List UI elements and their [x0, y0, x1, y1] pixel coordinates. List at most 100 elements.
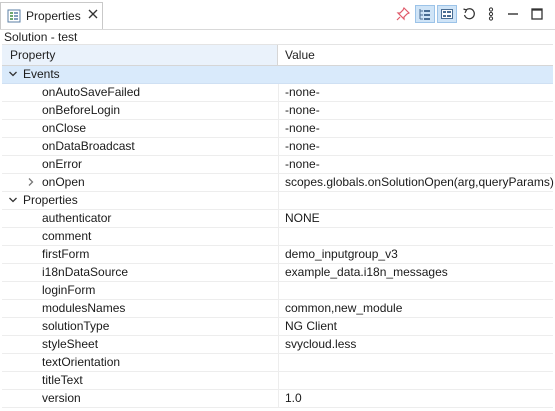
minimize-button[interactable]: [503, 5, 523, 23]
view-toolbar: [385, 0, 555, 29]
property-cell[interactable]: onOpen: [2, 174, 279, 191]
table-row[interactable]: loginForm: [2, 282, 553, 300]
table-row[interactable]: onDataBroadcast -none-: [2, 138, 553, 156]
maximize-icon: [531, 8, 543, 20]
property-name: onClose: [42, 121, 87, 135]
selection-title: Solution - test: [4, 30, 78, 44]
table-row[interactable]: authenticator NONE: [2, 210, 553, 228]
close-icon[interactable]: [87, 8, 99, 20]
value-cell[interactable]: 1.0: [279, 390, 553, 407]
property-value: 1.0: [285, 391, 302, 405]
property-name: textOrientation: [42, 355, 121, 369]
value-cell[interactable]: common,new_module: [279, 300, 553, 317]
property-cell[interactable]: Events: [2, 66, 279, 83]
table-row[interactable]: onClose -none-: [2, 120, 553, 138]
property-name: onBeforeLogin: [42, 103, 121, 117]
property-name: onError: [42, 157, 83, 171]
table-row[interactable]: onAutoSaveFailed -none-: [2, 84, 553, 102]
property-cell[interactable]: authenticator: [2, 210, 279, 227]
tab-properties[interactable]: Properties: [0, 2, 103, 29]
table-row[interactable]: titleText: [2, 372, 553, 390]
property-value: demo_inputgroup_v3: [285, 247, 398, 261]
property-cell[interactable]: i18nDataSource: [2, 264, 279, 281]
value-cell[interactable]: [279, 282, 553, 299]
category-row[interactable]: Properties: [2, 192, 553, 210]
value-cell[interactable]: example_data.i18n_messages: [279, 264, 553, 281]
value-cell[interactable]: scopes.globals.onSolutionOpen(arg,queryP…: [279, 174, 554, 191]
property-name: Events: [23, 67, 60, 81]
maximize-button[interactable]: [527, 5, 547, 23]
table-row[interactable]: solutionType NG Client: [2, 318, 553, 336]
column-header-value[interactable]: Value: [279, 45, 553, 65]
property-value: -none-: [285, 103, 320, 117]
value-cell[interactable]: -none-: [279, 120, 553, 137]
show-categories-button[interactable]: [415, 5, 435, 23]
value-cell[interactable]: demo_inputgroup_v3: [279, 246, 553, 263]
property-cell[interactable]: version: [2, 390, 279, 407]
table-row[interactable]: version 1.0: [2, 390, 553, 408]
property-cell[interactable]: titleText: [2, 372, 279, 389]
property-value: common,new_module: [285, 301, 403, 315]
table-row[interactable]: i18nDataSource example_data.i18n_messages: [2, 264, 553, 282]
show-advanced-button[interactable]: [437, 5, 457, 23]
property-name: comment: [42, 229, 92, 243]
property-value: -none-: [285, 157, 320, 171]
property-name: onAutoSaveFailed: [42, 85, 141, 99]
value-cell[interactable]: [279, 354, 553, 371]
column-header-property[interactable]: Property: [2, 45, 278, 65]
table-row[interactable]: onOpen scopes.globals.onSolutionOpen(arg,…: [2, 174, 554, 192]
property-cell[interactable]: comment: [2, 228, 279, 245]
property-cell[interactable]: onClose: [2, 120, 279, 137]
table-row[interactable]: modulesNames common,new_module: [2, 300, 553, 318]
properties-view-icon: [7, 9, 21, 23]
property-cell[interactable]: firstForm: [2, 246, 279, 263]
property-cell[interactable]: solutionType: [2, 318, 279, 335]
pin-button[interactable]: [393, 5, 413, 23]
view-tab-bar: Properties: [0, 0, 555, 30]
property-value: -none-: [285, 121, 320, 135]
table-row[interactable]: textOrientation: [2, 354, 553, 372]
table-row[interactable]: firstForm demo_inputgroup_v3: [2, 246, 553, 264]
property-cell[interactable]: styleSheet: [2, 336, 279, 353]
property-table: Events onAutoSaveFailed -none-onBeforeLogi…: [2, 66, 554, 408]
property-cell[interactable]: onAutoSaveFailed: [2, 84, 279, 101]
property-cell[interactable]: Properties: [2, 192, 279, 209]
chevron-down-icon[interactable]: [8, 69, 18, 79]
chevron-down-icon[interactable]: [8, 195, 18, 205]
property-value: -none-: [285, 139, 320, 153]
property-cell[interactable]: modulesNames: [2, 300, 279, 317]
property-name: titleText: [42, 373, 83, 387]
property-cell[interactable]: loginForm: [2, 282, 279, 299]
view-menu-icon: [488, 7, 494, 21]
value-cell[interactable]: -none-: [279, 84, 553, 101]
value-cell[interactable]: svycloud.less: [279, 336, 553, 353]
property-name: Properties: [23, 193, 78, 207]
table-header: Property Value: [2, 44, 553, 66]
pin-icon: [396, 7, 410, 21]
table-row[interactable]: comment: [2, 228, 553, 246]
view-menu-button[interactable]: [481, 5, 501, 23]
value-cell[interactable]: -none-: [279, 102, 553, 119]
table-row[interactable]: onError -none-: [2, 156, 553, 174]
tab-label: Properties: [26, 9, 81, 23]
value-cell[interactable]: -none-: [279, 138, 553, 155]
table-row[interactable]: styleSheet svycloud.less: [2, 336, 553, 354]
table-row[interactable]: onBeforeLogin -none-: [2, 102, 553, 120]
property-name: styleSheet: [42, 337, 99, 351]
restore-default-button[interactable]: [459, 5, 479, 23]
value-cell[interactable]: NG Client: [279, 318, 553, 335]
category-row[interactable]: Events: [2, 66, 553, 84]
minimize-icon: [508, 13, 518, 15]
property-value: NONE: [285, 211, 320, 225]
chevron-right-icon[interactable]: [26, 177, 36, 187]
value-cell[interactable]: -none-: [279, 156, 553, 173]
value-cell: [279, 192, 553, 209]
property-cell[interactable]: onError: [2, 156, 279, 173]
value-cell[interactable]: NONE: [279, 210, 553, 227]
property-cell[interactable]: onBeforeLogin: [2, 102, 279, 119]
value-cell[interactable]: [279, 228, 553, 245]
property-cell[interactable]: onDataBroadcast: [2, 138, 279, 155]
property-name: solutionType: [42, 319, 110, 333]
property-cell[interactable]: textOrientation: [2, 354, 279, 371]
value-cell[interactable]: [279, 372, 553, 389]
